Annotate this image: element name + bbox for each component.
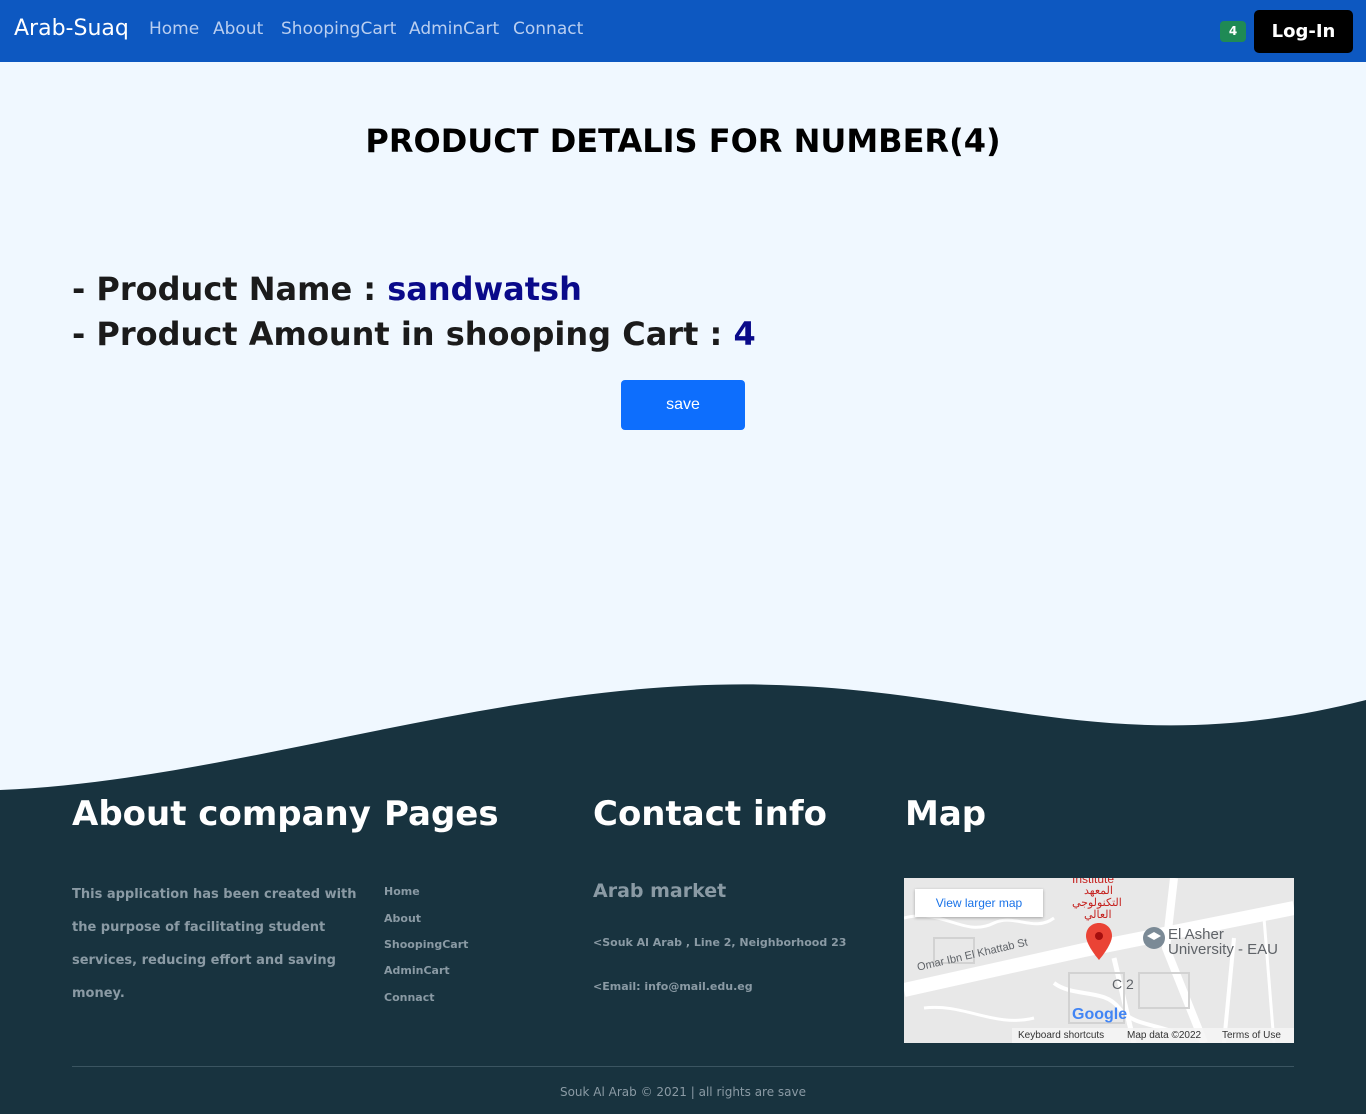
google-logo: Google (1072, 1006, 1128, 1023)
login-button[interactable]: Log-In (1254, 10, 1353, 53)
contact-address: <Souk Al Arab , Line 2, Neighborhood 23 (593, 936, 847, 949)
product-name-value: sandwatsh (387, 270, 582, 308)
map-heading: Map (905, 794, 987, 834)
footer-link-home[interactable]: Home (384, 885, 420, 898)
map-data-label: Map data ©2022 (1127, 1030, 1202, 1041)
cart-count-badge: 4 (1220, 21, 1246, 42)
footer-link-shoppingcart[interactable]: ShoopingCart (384, 938, 468, 951)
contact-info-heading: Contact info (593, 794, 827, 834)
pages-heading: Pages (384, 794, 499, 834)
map-label-university-2: University - EAU (1168, 941, 1279, 958)
footer-wave (0, 684, 1366, 800)
footer-link-connact[interactable]: Connact (384, 991, 435, 1004)
top-navbar: Arab-Suaq Home About ShoopingCart AdminC… (0, 0, 1366, 62)
embedded-map[interactable]: View larger map Institute المعهد التكنول… (904, 878, 1294, 1043)
product-amount-value: 4 (733, 315, 756, 353)
save-button[interactable]: save (621, 380, 745, 430)
about-company-text: This application has been created with t… (72, 887, 357, 1001)
product-amount-label: - Product Amount in shooping Cart : (72, 315, 734, 353)
footer-link-about[interactable]: About (384, 912, 421, 925)
view-larger-map-link[interactable]: View larger map (915, 889, 1043, 917)
page-title: PRODUCT DETALIS FOR NUMBER(4) (365, 122, 1001, 160)
nav-link-admincart[interactable]: AdminCart (409, 19, 499, 39)
nav-link-connact[interactable]: Connact (513, 19, 583, 39)
about-company-heading: About company (72, 794, 371, 834)
nav-link-home[interactable]: Home (149, 19, 199, 39)
product-name-line: - Product Name : sandwatsh (72, 270, 582, 308)
nav-link-shoppingcart[interactable]: ShoopingCart (281, 19, 396, 39)
contact-email: <Email: info@mail.edu.eg (593, 980, 753, 993)
brand-logo[interactable]: Arab-Suaq (14, 16, 129, 41)
product-amount-line: - Product Amount in shooping Cart : 4 (72, 315, 756, 353)
map-label-c2: C 2 (1112, 976, 1134, 992)
map-attribution-bar: Keyboard shortcuts Map data ©2022 Terms … (1012, 1028, 1294, 1043)
nav-link-about[interactable]: About (213, 19, 263, 39)
footer-link-admincart[interactable]: AdminCart (384, 964, 450, 977)
footer-divider (72, 1066, 1294, 1067)
contact-company-name: Arab market (593, 880, 727, 902)
copyright-text: Souk Al Arab © 2021 | all rights are sav… (559, 1085, 807, 1099)
map-label-arabic-3: العالي (1084, 909, 1112, 921)
terms-of-use-link[interactable]: Terms of Use (1222, 1028, 1281, 1043)
keyboard-shortcuts-link[interactable]: Keyboard shortcuts (1018, 1028, 1104, 1043)
product-name-label: - Product Name : (72, 270, 388, 308)
